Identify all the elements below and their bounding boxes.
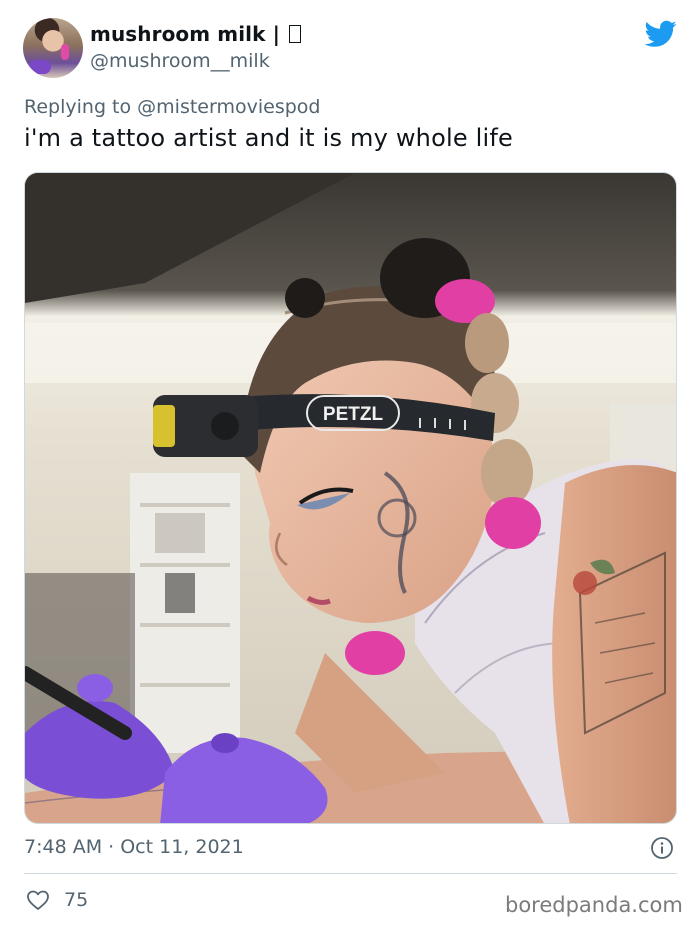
author-handle[interactable]: @mushroom__milk	[90, 50, 270, 72]
twitter-bird-icon[interactable]	[645, 20, 677, 48]
avatar-hair-accent	[61, 44, 69, 60]
reply-prefix: Replying to	[24, 96, 132, 118]
watermark: boredpanda.com	[505, 893, 683, 917]
avatar[interactable]	[23, 18, 83, 78]
author-display-name[interactable]: mushroom milk |	[90, 22, 302, 46]
info-icon[interactable]	[650, 836, 674, 860]
tweet-text: i'm a tattoo artist and it is my whole l…	[24, 124, 513, 152]
like-count: 75	[64, 889, 89, 911]
avatar-glove	[29, 60, 51, 74]
reply-mention-link[interactable]: @mistermoviespod	[137, 96, 320, 118]
tattoo-artist-photo: PETZL	[25, 173, 676, 823]
headlamp-brand-label: PETZL	[323, 404, 384, 425]
heart-icon[interactable]	[26, 888, 50, 912]
author-name-text: mushroom milk |	[90, 22, 280, 46]
tweet-card: mushroom milk | @mushroom__milk Replying…	[0, 0, 700, 927]
tweet-timestamp[interactable]: 7:48 AM · Oct 11, 2021	[24, 836, 244, 858]
tweet-photo[interactable]: PETZL	[24, 172, 677, 824]
missing-glyph-icon	[289, 25, 302, 43]
reply-context: Replying to @mistermoviespod	[24, 96, 320, 118]
divider	[24, 873, 677, 874]
